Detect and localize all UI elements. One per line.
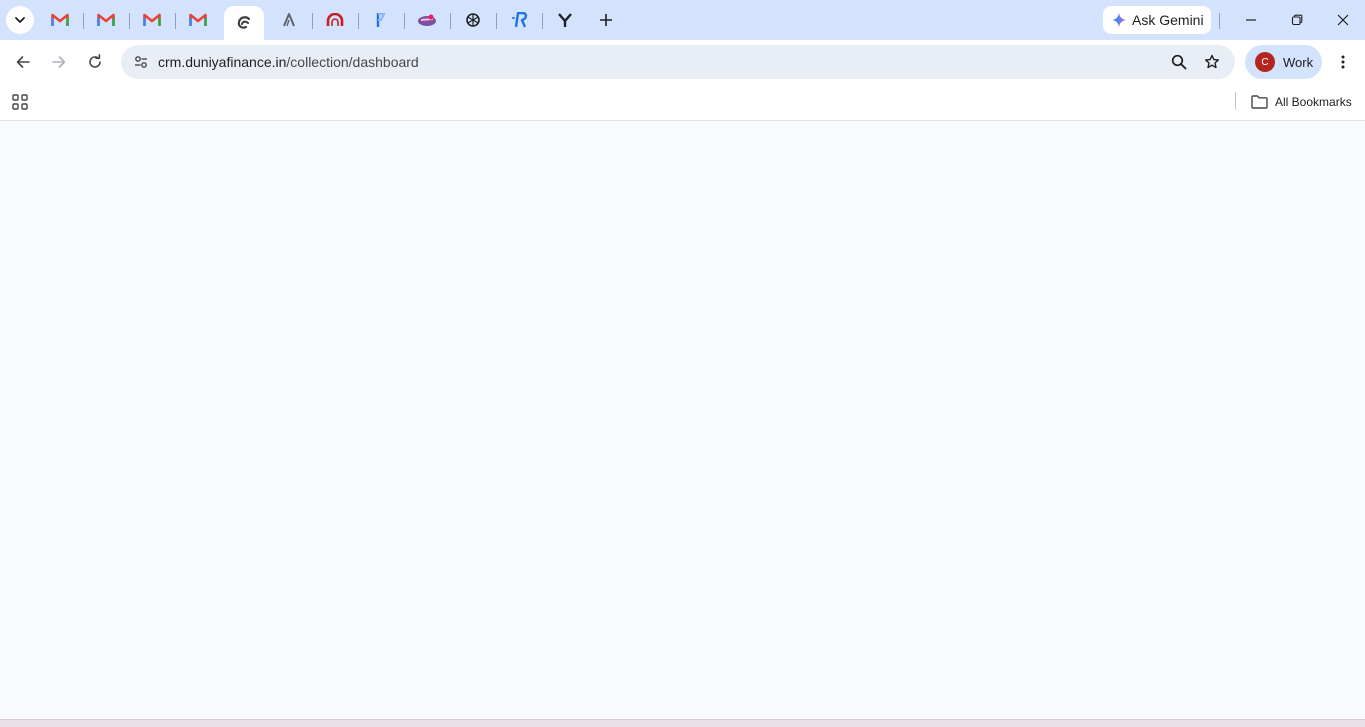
zoom-button[interactable] xyxy=(1167,50,1191,74)
tab-gmail-1[interactable] xyxy=(40,4,80,36)
tab-gmail-2[interactable] xyxy=(86,4,126,36)
tab-active-crm[interactable] xyxy=(224,6,264,40)
colorful-logo-icon xyxy=(418,14,436,26)
restore-button[interactable] xyxy=(1274,0,1320,40)
folder-icon xyxy=(1251,95,1268,109)
tab-letter-a[interactable] xyxy=(269,4,309,36)
search-zoom-icon xyxy=(1171,54,1187,70)
site-info-button[interactable] xyxy=(129,50,153,74)
reload-button[interactable] xyxy=(79,46,111,78)
avatar: C xyxy=(1255,52,1275,72)
gemini-sparkle-icon xyxy=(1112,13,1126,27)
tab-search-button[interactable] xyxy=(6,6,34,34)
blue-brand-logo-icon xyxy=(376,13,386,27)
close-icon xyxy=(1337,14,1349,26)
restore-icon xyxy=(1291,14,1303,26)
apps-grid-icon xyxy=(12,94,28,110)
forward-button[interactable] xyxy=(43,46,75,78)
bookmark-star-button[interactable] xyxy=(1200,50,1224,74)
url-path: /collection/dashboard xyxy=(286,54,419,70)
arrow-right-icon xyxy=(52,56,66,68)
letter-a-logo-icon xyxy=(283,13,295,27)
tune-icon xyxy=(135,56,147,68)
ask-gemini-button[interactable]: Ask Gemini xyxy=(1103,6,1211,34)
more-vertical-icon xyxy=(1341,55,1345,69)
close-window-button[interactable] xyxy=(1320,0,1365,40)
tab-colorful[interactable] xyxy=(407,4,447,36)
star-icon xyxy=(1205,54,1219,69)
tab-openai[interactable] xyxy=(453,4,493,36)
gmail-icon xyxy=(97,13,115,26)
arrow-left-icon xyxy=(16,56,30,68)
tab-letter-r[interactable] xyxy=(499,4,539,36)
tab-red-arch[interactable] xyxy=(315,4,355,36)
openai-logo-icon xyxy=(466,13,480,27)
tab-blue-brand[interactable] xyxy=(361,4,401,36)
all-bookmarks-button[interactable]: All Bookmarks xyxy=(1251,91,1352,113)
all-bookmarks-label: All Bookmarks xyxy=(1275,95,1352,109)
browser-menu-button[interactable] xyxy=(1330,46,1356,78)
reload-icon xyxy=(89,54,101,68)
url-domain: crm.duniyafinance.in xyxy=(158,54,287,70)
gmail-icon xyxy=(51,13,69,26)
page-content xyxy=(0,121,1365,719)
apps-button[interactable] xyxy=(8,90,32,114)
url-text[interactable]: crm.duniyafinance.in/collection/dashboar… xyxy=(158,54,419,70)
swirl-logo-icon xyxy=(237,16,251,29)
browser-toolbar: crm.duniyafinance.in/collection/dashboar… xyxy=(0,40,1365,84)
letter-y-logo-icon xyxy=(558,13,572,27)
address-bar[interactable]: crm.duniyafinance.in/collection/dashboar… xyxy=(121,45,1235,79)
plus-icon xyxy=(600,14,612,26)
profile-button[interactable]: C Work xyxy=(1245,45,1322,79)
tab-letter-y[interactable] xyxy=(545,4,585,36)
minimize-button[interactable] xyxy=(1228,0,1274,40)
bookmarks-bar: All Bookmarks xyxy=(0,84,1365,121)
red-arch-logo-icon xyxy=(326,13,344,26)
new-tab-button[interactable] xyxy=(594,8,618,32)
letter-r-logo-icon xyxy=(512,12,528,28)
gmail-icon xyxy=(189,13,207,26)
tab-strip: Ask Gemini xyxy=(0,0,1365,40)
tab-gmail-4[interactable] xyxy=(178,4,218,36)
chevron-down-icon xyxy=(15,17,25,23)
profile-label: Work xyxy=(1283,54,1314,70)
minimize-icon xyxy=(1246,19,1256,21)
back-button[interactable] xyxy=(7,46,39,78)
ask-gemini-label: Ask Gemini xyxy=(1132,12,1204,28)
gmail-icon xyxy=(143,13,161,26)
tab-gmail-3[interactable] xyxy=(132,4,172,36)
